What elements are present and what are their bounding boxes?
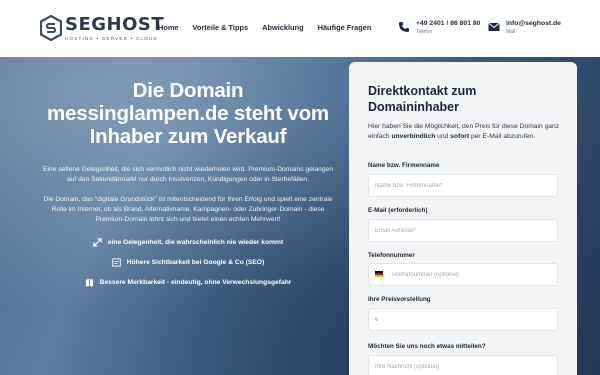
phone-number: +49 2401 / 86 801 80	[416, 20, 481, 27]
form-intro-text: per E-Mail abzurufen.	[469, 132, 535, 140]
email-contact[interactable]: info@seghost.de Mail	[488, 20, 561, 35]
arrows-icon	[93, 237, 102, 247]
form-intro: Hier haben Sie die Möglichkeit, den Prei…	[368, 122, 563, 141]
nav-abwicklung[interactable]: Abwicklung	[262, 23, 303, 32]
phone-contact[interactable]: +49 2401 / 86 801 80 Telefon	[398, 20, 480, 35]
nav-home[interactable]: Home	[158, 23, 179, 32]
benefit-item: eine Gelegenheit, die wahrscheinlich nie…	[93, 237, 283, 247]
benefit-item: Höhere Sichtbarkeit bei Google & Co (SEO…	[112, 257, 265, 267]
mail-icon	[488, 22, 500, 31]
logo-tagline: HOSTING • SERVER • CLOUD	[65, 36, 158, 41]
phone-label: Telefon	[416, 29, 433, 35]
form-title: Direktkontakt zum Domaininhaber	[368, 84, 477, 114]
form-intro-text: und	[435, 132, 451, 140]
email-label: Mail	[506, 29, 516, 35]
logo-name: SEGHOST	[65, 14, 165, 35]
nav-vorteile-tipps[interactable]: Vorteile & Tipps	[193, 23, 249, 32]
benefit-item: Bessere Merkbarkeit - eindeutig, ohne Ve…	[85, 277, 292, 287]
message-field[interactable]	[368, 355, 558, 375]
hero-paragraph-2: Die Domain, das "digitale Grundstück" is…	[43, 196, 333, 223]
email-field[interactable]	[368, 219, 558, 242]
book-icon	[85, 278, 93, 287]
seo-icon	[112, 257, 121, 267]
phone-field[interactable]	[368, 263, 558, 286]
hero-title: Die Domain messinglampen.de steht vom In…	[47, 79, 329, 148]
form-intro-bold-sofort: sofort	[450, 132, 470, 140]
logo-hexagon-icon	[40, 15, 62, 41]
message-label: Möchten Sie uns noch etwas mitteilen?	[368, 343, 486, 350]
benefit-list: eine Gelegenheit, die wahrscheinlich nie…	[40, 237, 336, 297]
site-header: SEGHOST HOSTING • SERVER • CLOUD Home Vo…	[0, 0, 600, 57]
name-field[interactable]	[368, 174, 558, 197]
logo[interactable]: SEGHOST HOSTING • SERVER • CLOUD	[40, 14, 164, 44]
email-address: info@seghost.de	[506, 20, 561, 27]
price-label: Ihre Preisvorstellung	[368, 296, 431, 303]
price-field[interactable]	[368, 308, 558, 331]
name-label: Name bzw. Firmenname	[368, 162, 440, 169]
email-label: E-Mail (erforderlich)	[368, 207, 428, 214]
nav-haeufige-fragen[interactable]: Häufige Fragen	[318, 23, 372, 32]
form-intro-bold-unverbindlich: unverbindlich	[391, 132, 436, 140]
contact-form-card: Direktkontakt zum Domaininhaber Hier hab…	[349, 62, 577, 375]
hero-paragraph-1: Eine seltene Gelegenheit, die sich vermu…	[43, 166, 333, 183]
hero-content: Die Domain messinglampen.de steht vom In…	[40, 79, 336, 297]
benefit-text: Bessere Merkbarkeit - eindeutig, ohne Ve…	[99, 278, 292, 286]
german-flag-icon[interactable]	[375, 271, 383, 277]
phone-label: Telefonnummer	[368, 252, 415, 259]
phone-icon	[399, 22, 409, 32]
benefit-text: eine Gelegenheit, die wahrscheinlich nie…	[107, 238, 284, 246]
main-nav: Home Vorteile & Tipps Abwicklung Häufige…	[158, 23, 385, 32]
benefit-text: Höhere Sichtbarkeit bei Google & Co (SEO…	[126, 258, 265, 266]
